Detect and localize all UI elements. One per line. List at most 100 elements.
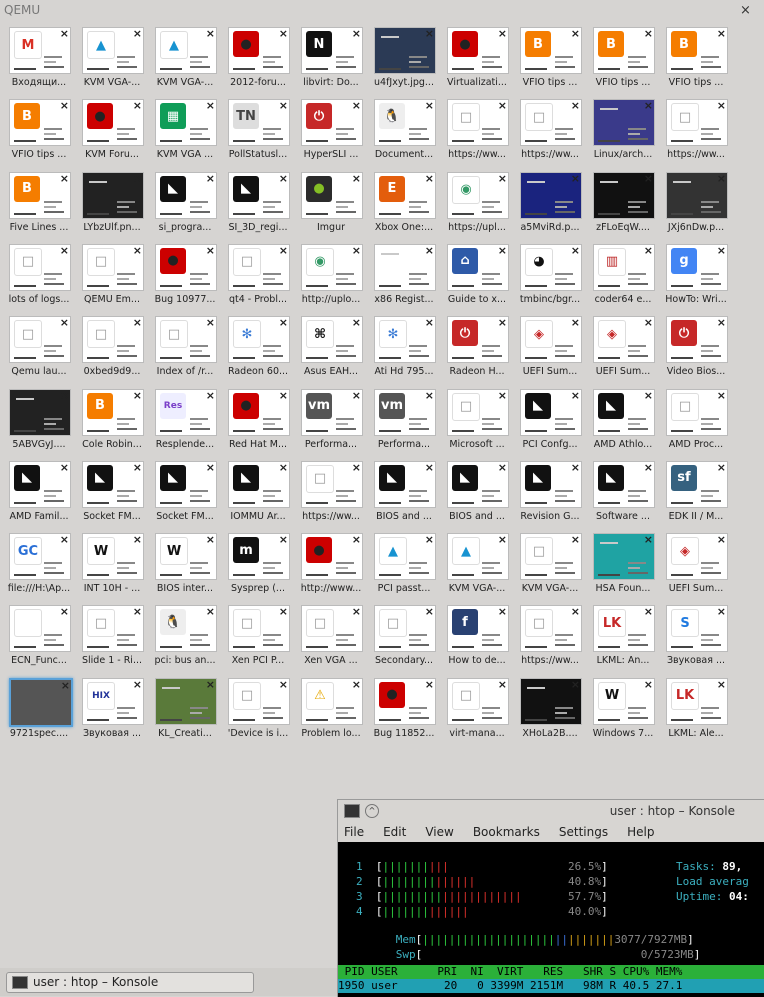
close-tab-icon[interactable]: × [644, 245, 653, 257]
tab-thumbnail[interactable]: ▲ × KVM VGA-... [148, 24, 220, 96]
tab-thumbnail[interactable]: × 5ABVGyJ.... [2, 386, 74, 458]
tab-thumbnail[interactable]: ⌘ × Asus EAH... [294, 313, 366, 385]
tab-thumbnail[interactable]: □ × https://ww... [294, 458, 366, 530]
page-preview[interactable]: × [666, 171, 728, 219]
tab-thumbnail[interactable]: vm × Performa... [367, 386, 439, 458]
tab-thumbnail[interactable]: W × BIOS inter... [148, 530, 220, 602]
tab-thumbnail[interactable]: × a5MviRd.p... [513, 169, 585, 241]
page-preview[interactable]: ✻ × [228, 316, 290, 364]
page-preview[interactable]: × [9, 677, 73, 727]
page-preview[interactable]: M × [9, 27, 71, 74]
tab-thumbnail[interactable]: 🐧 × pci: bus an... [148, 602, 220, 674]
konsole-titlebar[interactable]: ^ user : htop – Konsole [338, 800, 764, 822]
close-tab-icon[interactable]: × [279, 679, 288, 691]
page-preview[interactable]: ◣ × [520, 388, 582, 436]
page-preview[interactable]: □ × [447, 99, 509, 147]
tab-thumbnail[interactable]: sf × EDK II / M... [659, 458, 731, 530]
tab-thumbnail[interactable]: ● × http://www... [294, 530, 366, 602]
tab-thumbnail[interactable]: × HSA Foun... [586, 530, 658, 602]
tab-thumbnail[interactable]: □ × Qemu lau... [2, 313, 74, 385]
page-preview[interactable]: W × [593, 677, 655, 725]
page-preview[interactable]: ◣ × [447, 460, 509, 508]
close-tab-icon[interactable]: × [717, 679, 726, 691]
tab-thumbnail[interactable]: × u4fJxyt.jpg... [367, 24, 439, 96]
close-tab-icon[interactable]: × [498, 245, 507, 257]
close-tab-icon[interactable]: × [644, 679, 653, 691]
tab-thumbnail[interactable]: ⏻ × HyperSLI ... [294, 96, 366, 168]
page-preview[interactable]: × [82, 171, 144, 219]
terminal-area[interactable]: 1 [|||||||||| 26.5%] 2 [|||||||||||||| 40… [338, 842, 764, 997]
page-preview[interactable]: ● × [82, 99, 144, 147]
close-tab-icon[interactable]: × [352, 606, 361, 618]
process-table-header[interactable]: PID USER PRI NI VIRT RES SHR S CPU% MEM% [338, 965, 764, 979]
page-preview[interactable]: □ × [520, 605, 582, 653]
page-preview[interactable]: f × [447, 605, 509, 653]
close-tab-icon[interactable]: × [425, 390, 434, 402]
page-preview[interactable]: × [374, 27, 436, 74]
close-tab-icon[interactable]: × [425, 534, 434, 546]
close-tab-icon[interactable]: × [133, 173, 142, 185]
close-tab-icon[interactable]: × [425, 317, 434, 329]
tab-thumbnail[interactable]: ▦ × KVM VGA ... [148, 96, 220, 168]
tab-thumbnail[interactable]: M × Входящи... [2, 24, 74, 96]
close-tab-icon[interactable]: × [60, 173, 69, 185]
page-preview[interactable]: vm × [301, 388, 363, 436]
page-preview[interactable]: ● × [228, 27, 290, 74]
close-tab-icon[interactable]: × [133, 390, 142, 402]
page-preview[interactable]: ▲ × [374, 533, 436, 581]
tab-thumbnail[interactable]: × 9721spec.... [2, 675, 74, 747]
page-preview[interactable]: ◣ × [9, 460, 71, 508]
page-preview[interactable]: ◈ × [520, 316, 582, 364]
close-tab-icon[interactable]: × [717, 606, 726, 618]
page-preview[interactable]: □ × [447, 388, 509, 436]
close-tab-icon[interactable]: × [352, 679, 361, 691]
tab-thumbnail[interactable]: × XHoLa2B.... [513, 675, 585, 747]
page-preview[interactable]: ⚠ × [301, 677, 363, 725]
close-tab-icon[interactable]: × [206, 100, 215, 112]
close-tab-icon[interactable]: × [352, 100, 361, 112]
close-tab-icon[interactable]: × [206, 679, 215, 691]
tab-thumbnail[interactable]: ⌂ × Guide to x... [440, 241, 512, 313]
tab-thumbnail[interactable]: □ × Microsoft ... [440, 386, 512, 458]
close-tab-icon[interactable]: × [133, 534, 142, 546]
page-preview[interactable]: ▲ × [82, 27, 144, 74]
page-preview[interactable]: × [593, 171, 655, 219]
tab-thumbnail[interactable]: m × Sysprep (... [221, 530, 293, 602]
tab-thumbnail[interactable]: ● × Bug 11852... [367, 675, 439, 747]
close-tab-icon[interactable]: × [279, 462, 288, 474]
tab-thumbnail[interactable]: ◣ × PCI Confg... [513, 386, 585, 458]
page-preview[interactable]: 🐧 × [155, 605, 217, 653]
page-preview[interactable]: □ × [228, 677, 290, 725]
page-preview[interactable]: ◣ × [520, 460, 582, 508]
page-preview[interactable]: □ × [301, 605, 363, 653]
tab-thumbnail[interactable]: × JXj6nDw.p... [659, 169, 731, 241]
close-tab-icon[interactable]: × [206, 606, 215, 618]
tab-thumbnail[interactable]: □ × https://ww... [440, 96, 512, 168]
close-tab-icon[interactable]: × [133, 28, 142, 40]
close-tab-icon[interactable]: × [206, 28, 215, 40]
tab-thumbnail[interactable]: ◈ × UEFI Sum... [513, 313, 585, 385]
tab-thumbnail[interactable]: □ × KVM VGA-... [513, 530, 585, 602]
close-icon[interactable]: × [740, 3, 751, 18]
page-preview[interactable]: □ × [520, 533, 582, 581]
page-preview[interactable]: TN × [228, 99, 290, 147]
page-preview[interactable]: □ × [9, 243, 71, 291]
close-tab-icon[interactable]: × [498, 100, 507, 112]
page-preview[interactable]: ◣ × [155, 460, 217, 508]
tab-thumbnail[interactable]: × x86 Regist... [367, 241, 439, 313]
page-preview[interactable]: ◣ × [82, 460, 144, 508]
close-tab-icon[interactable]: × [61, 680, 70, 692]
tab-thumbnail[interactable]: □ × Xen PCI P... [221, 602, 293, 674]
page-preview[interactable]: □ × [520, 99, 582, 147]
page-preview[interactable]: ⏻ × [301, 99, 363, 147]
page-preview[interactable]: ⏻ × [666, 316, 728, 364]
page-preview[interactable]: m × [228, 533, 290, 581]
page-preview[interactable]: ◣ × [593, 460, 655, 508]
tab-thumbnail[interactable]: ● × Virtualizati... [440, 24, 512, 96]
close-tab-icon[interactable]: × [498, 462, 507, 474]
close-tab-icon[interactable]: × [425, 679, 434, 691]
page-preview[interactable]: ▲ × [155, 27, 217, 74]
tab-thumbnail[interactable]: B × Five Lines ... [2, 169, 74, 241]
close-tab-icon[interactable]: × [498, 679, 507, 691]
tab-thumbnail[interactable]: ⏻ × Video Bios... [659, 313, 731, 385]
